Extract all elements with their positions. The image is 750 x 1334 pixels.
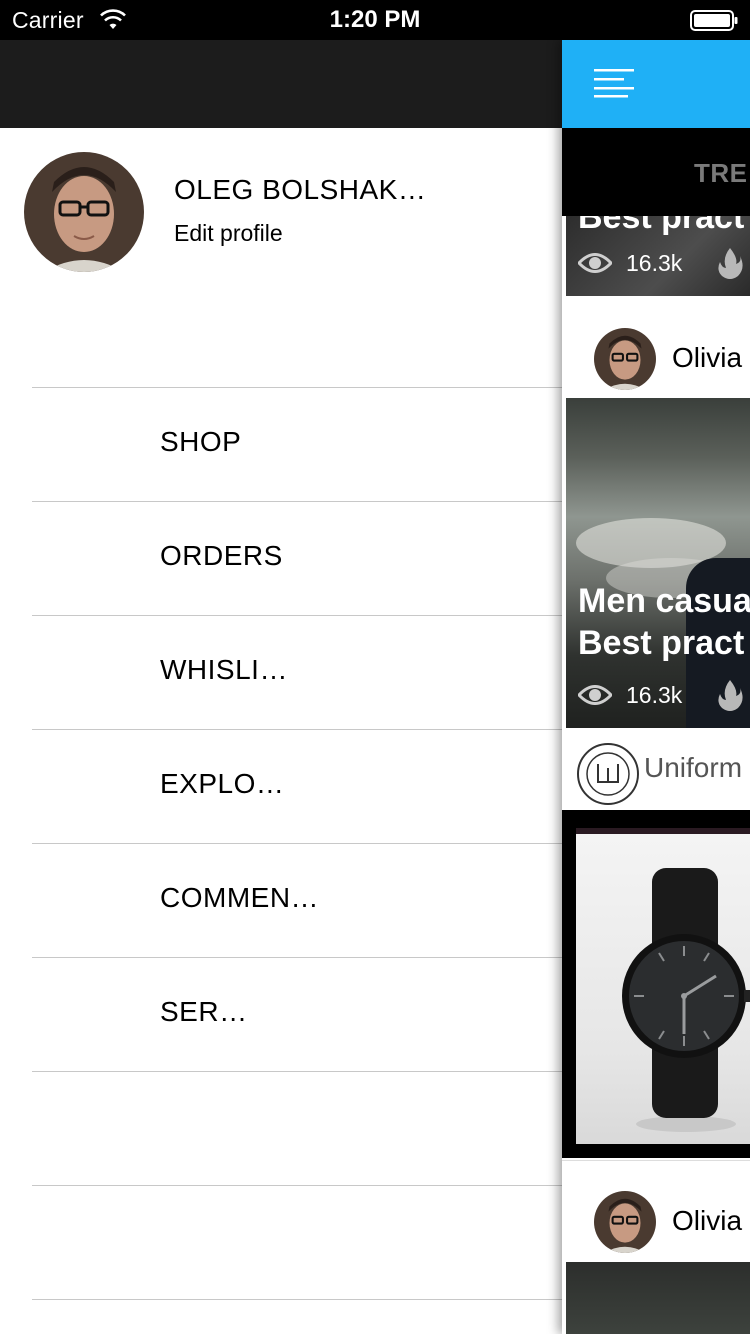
edit-profile-link[interactable]: Edit profile [174,220,283,247]
menu-item-wishlist[interactable]: WHISLI… [32,615,562,729]
card-title-line: Men casua [578,582,750,620]
author-avatar-image [594,328,656,390]
view-count: 16.3k [626,682,683,708]
menu-divider [32,1299,562,1300]
view-count: 16.3k [626,250,683,276]
uniform-logo-icon [577,743,639,805]
navbar [562,40,750,128]
author-row[interactable]: Olivia [562,298,750,398]
menu-item-services[interactable]: SER… [32,957,562,1071]
side-drawer: OLEG BOLSHAK… Edit profile SHOP ORDERS W… [0,40,562,1334]
menu-item-orders[interactable]: ORDERS [32,501,562,615]
drawer-header [0,40,562,128]
feed-card[interactable] [562,810,750,1158]
author-row[interactable]: Olivia [562,1160,750,1262]
fire-icon [718,248,743,279]
product-image [576,828,750,1144]
menu-item-comments[interactable]: COMMEN… [32,843,562,957]
author-name: Olivia [672,1205,743,1236]
profile-section[interactable]: OLEG BOLSHAK… Edit profile [0,128,562,298]
menu-item-label: ORDERS [160,540,283,571]
brand-name: Uniform [644,752,743,783]
eye-icon [578,253,612,273]
menu-item-empty[interactable] [32,1071,562,1185]
menu-item-label: SHOP [160,426,242,457]
menu-item-empty[interactable] [32,1185,562,1299]
feed-card[interactable]: Best pract 16.3k [566,216,750,296]
hamburger-menu-icon[interactable] [594,68,634,98]
author-name: Olivia [672,342,743,373]
menu-item-label: COMMEN… [160,882,320,913]
menu-item-explore[interactable]: EXPLO… [32,729,562,843]
author-avatar-image [594,1191,656,1253]
content-panel[interactable]: TRE Best pract 16.3k Olivia Men casua Be… [562,40,750,1334]
fire-icon [718,680,743,711]
status-bar: Carrier 1:20 PM [0,0,750,40]
eye-icon [578,685,612,705]
feed-card[interactable]: Men casua Best pract 16.3k [566,398,750,728]
avatar-image [24,152,144,272]
author-avatar[interactable] [594,1191,656,1253]
menu-item-shop[interactable]: SHOP [32,387,562,501]
watch-image [622,868,750,1132]
brand-row[interactable]: Uniform [562,730,750,810]
profile-name: OLEG BOLSHAK… [174,174,427,205]
menu-item-label: WHISLI… [160,654,288,685]
feed-card[interactable] [566,1262,750,1334]
clock: 1:20 PM [329,6,421,33]
battery-icon [690,10,738,31]
menu-item-label: EXPLO… [160,768,285,799]
author-avatar[interactable] [594,328,656,390]
tab-trending[interactable]: TRE [694,158,748,189]
drawer-menu: SHOP ORDERS WHISLI… EXPLO… COMMEN… SER… [32,387,562,1300]
menu-item-label: SER… [160,996,248,1027]
card-title: Men casua Best pract [578,580,750,664]
card-title: Best pract [578,216,745,236]
tab-bar: TRE [562,128,750,216]
card-title-line: Best pract [578,624,745,662]
avatar[interactable] [24,152,144,272]
